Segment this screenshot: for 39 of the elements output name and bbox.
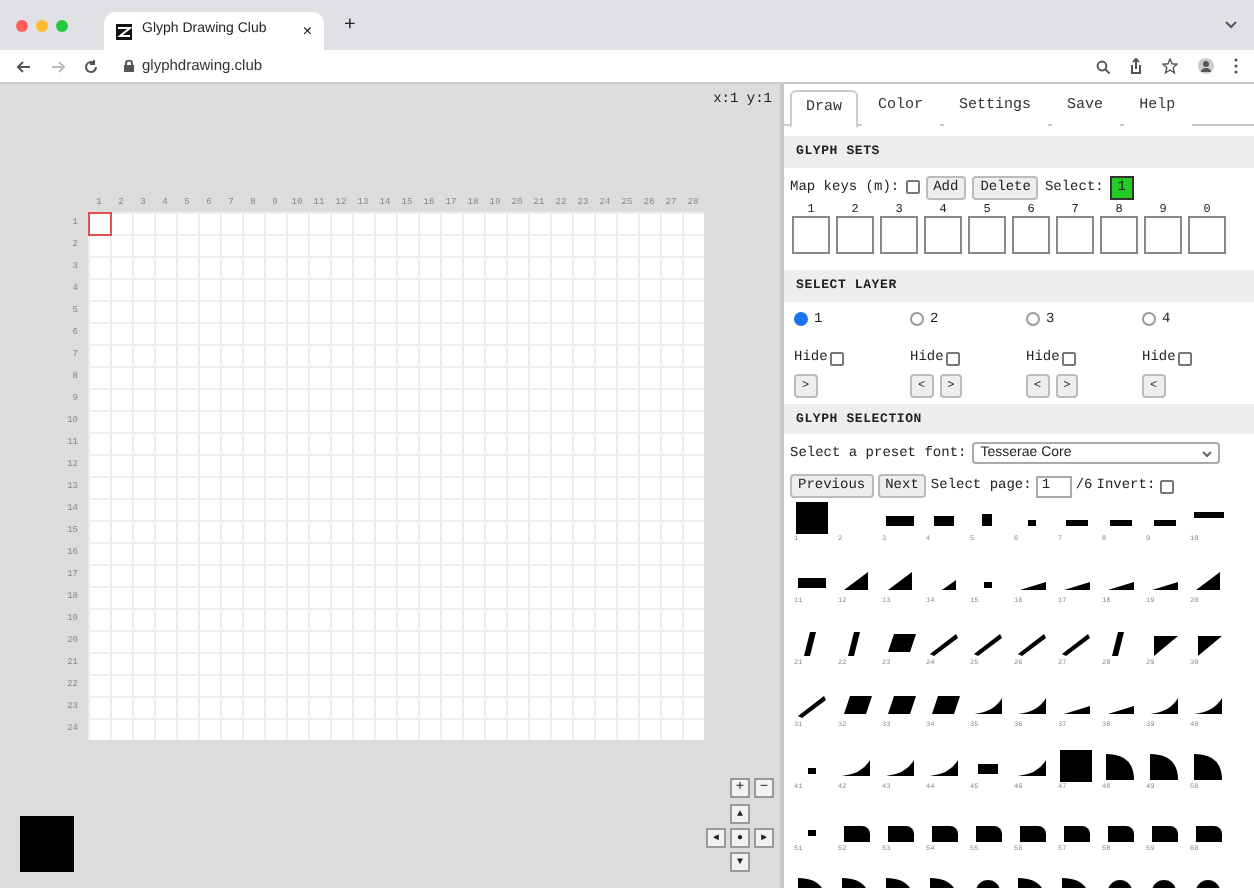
reload-icon[interactable] — [84, 59, 98, 73]
color-swatch[interactable] — [20, 816, 74, 872]
glyph-slot[interactable] — [924, 215, 962, 254]
checkbox[interactable] — [905, 180, 920, 195]
chevron-down-icon — [1202, 449, 1213, 458]
glyph-tile[interactable] — [1058, 748, 1094, 785]
radio-button[interactable] — [794, 312, 808, 327]
checkbox[interactable] — [1061, 351, 1076, 366]
glyph-slot[interactable] — [1100, 215, 1138, 254]
share-icon[interactable] — [1130, 58, 1142, 74]
glyph-slot[interactable] — [968, 215, 1006, 254]
cell-cursor — [88, 212, 112, 236]
lock-icon — [124, 60, 134, 72]
glyph-slot[interactable] — [1144, 215, 1182, 254]
glyph-tile[interactable] — [1146, 748, 1182, 785]
site-logo-icon — [116, 23, 132, 39]
radio-button[interactable] — [1026, 312, 1040, 327]
new-tab-button[interactable]: + — [344, 10, 356, 40]
profile-icon[interactable] — [1198, 58, 1214, 74]
chevron-down-icon[interactable] — [1224, 20, 1238, 30]
checkbox[interactable] — [1177, 351, 1192, 366]
radio-button[interactable] — [1142, 312, 1156, 327]
star-icon[interactable] — [1162, 58, 1178, 74]
glyph-slot[interactable] — [792, 215, 830, 254]
glyph-slot[interactable] — [836, 215, 874, 254]
glyph-tile[interactable] — [1190, 748, 1226, 785]
zoom-icon[interactable] — [1096, 59, 1110, 73]
checkbox[interactable] — [945, 351, 960, 366]
checkbox[interactable] — [829, 351, 844, 366]
glyph-slot[interactable] — [1012, 215, 1050, 254]
glyph-tile[interactable] — [794, 500, 830, 537]
glyph-slot[interactable] — [880, 215, 918, 254]
radio-button[interactable] — [910, 312, 924, 327]
checkbox[interactable] — [1159, 479, 1174, 494]
tab-close-button[interactable]: × — [302, 19, 312, 43]
glyph-slot[interactable] — [1188, 215, 1226, 254]
glyph-slot[interactable] — [1056, 215, 1094, 254]
glyph-tile[interactable] — [1102, 748, 1138, 785]
back-arrow-icon[interactable] — [16, 59, 32, 73]
